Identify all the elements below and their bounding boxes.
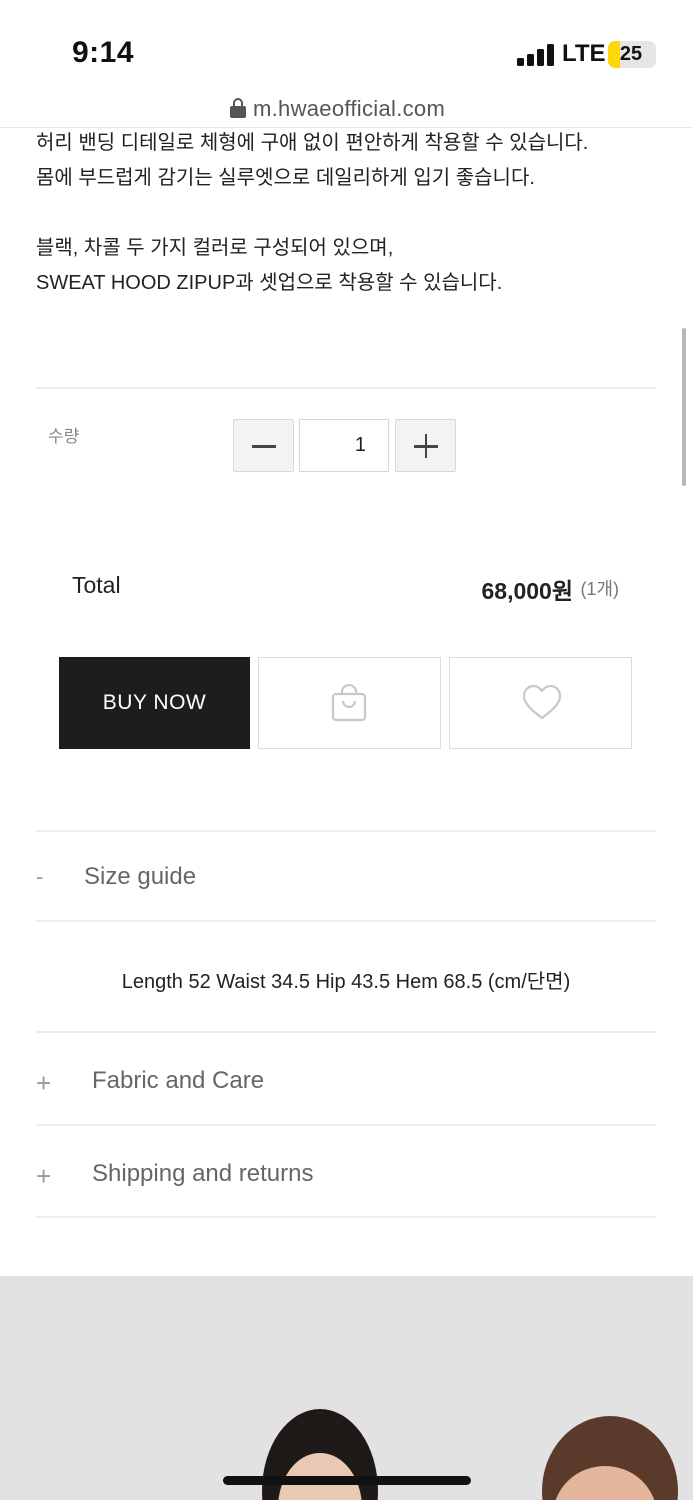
total-price: 68,000원 [481, 578, 573, 604]
divider [36, 920, 656, 922]
product-description: 허리 밴딩 디테일로 체형에 구애 없이 편안하게 착용할 수 있습니다. 몸에… [36, 126, 656, 301]
model-photo [0, 1276, 693, 1500]
accordion-title: Fabric and Care [92, 1067, 265, 1094]
battery-icon: 25 [608, 41, 656, 68]
total-label: Total [72, 572, 121, 598]
url-text[interactable]: m.hwaeofficial.com [253, 96, 445, 122]
accordion-title: Shipping and returns [92, 1160, 314, 1187]
total-count: (1개) [580, 579, 619, 599]
network-type: LTE [562, 40, 606, 67]
expand-icon: + [36, 1161, 52, 1191]
buy-now-button[interactable]: BUY NOW [59, 657, 250, 749]
collapse-icon: - [36, 864, 44, 889]
battery-level: 25 [619, 43, 643, 65]
quantity-input[interactable]: 1 [299, 419, 389, 472]
product-photo [0, 1276, 693, 1500]
home-indicator[interactable] [223, 1476, 471, 1485]
add-to-cart-button[interactable] [258, 657, 441, 749]
expand-icon: + [36, 1068, 52, 1098]
wishlist-button[interactable] [449, 657, 632, 749]
divider [36, 387, 656, 389]
accordion-size-guide[interactable]: - Size guide [36, 832, 656, 920]
quantity-label: 수량 [48, 427, 80, 446]
shopping-bag-icon [331, 684, 367, 722]
description-line: 몸에 부드럽게 감기는 실루엣으로 데일리하게 입기 좋습니다. [36, 167, 535, 189]
divider [36, 1216, 656, 1218]
quantity-decrease-button[interactable] [233, 419, 294, 472]
quantity-increase-button[interactable] [395, 419, 456, 472]
status-time: 9:14 [72, 36, 135, 69]
minus-icon [252, 445, 276, 448]
accordion-shipping-and-returns[interactable]: + Shipping and returns [36, 1126, 656, 1214]
description-line: 허리 밴딩 디테일로 체형에 구애 없이 편안하게 착용할 수 있습니다. [36, 132, 589, 154]
scrollbar[interactable] [682, 328, 686, 486]
description-line: SWEAT HOOD ZIPUP과 셋업으로 착용할 수 있습니다. [36, 272, 503, 294]
size-guide-content: Length 52 Waist 34.5 Hip 43.5 Hem 68.5 (… [121, 971, 571, 993]
accordion-title: Size guide [84, 863, 197, 890]
heart-icon [522, 684, 562, 720]
signal-icon [517, 42, 555, 66]
status-bar: 9:14 LTE 25 [0, 0, 693, 90]
divider [36, 1031, 656, 1033]
description-line: 블랙, 차콜 두 가지 컬러로 구성되어 있으며, [36, 237, 394, 259]
lock-icon [230, 98, 246, 118]
address-bar[interactable]: m.hwaeofficial.com [0, 90, 693, 128]
accordion-fabric-and-care[interactable]: + Fabric and Care [36, 1034, 656, 1122]
